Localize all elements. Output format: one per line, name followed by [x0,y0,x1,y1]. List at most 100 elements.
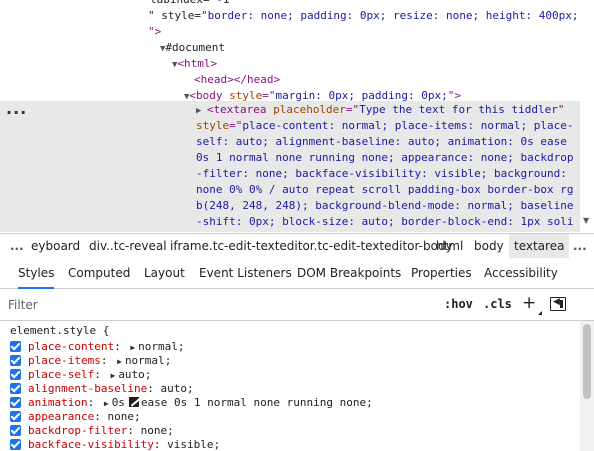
selected-node-line[interactable]: -filter: none; backface-visibility: visi… [196,166,567,182]
filter-input[interactable] [6,293,430,317]
dom-token: <head></head> [194,73,281,86]
dom-token: b(248, 248, 248); background-blend-mode:… [196,199,574,212]
sidebar-tabs: Styles Computed Layout Event Listeners D… [0,258,594,289]
breadcrumb-more-right[interactable]: ... [573,234,587,258]
property-value[interactable]: auto [160,382,187,395]
dom-token: " [557,103,565,116]
breadcrumb-item-div-reveal[interactable]: div..tc-reveal [89,234,167,258]
new-style-rule-button[interactable]: + [522,293,542,315]
selected-node-line[interactable]: ▶ <textarea placeholder="Type the text f… [196,102,565,118]
breadcrumb: ... eyboard div..tc-reveal iframe.tc-edi… [0,233,594,259]
property-checkbox[interactable] [10,425,21,436]
tab-event-listeners[interactable]: Event Listeners [199,258,292,288]
dom-node-line[interactable]: ▼#document [160,40,225,56]
scroll-down-arrow-icon[interactable]: ▼ [583,216,589,225]
dom-tree-scrollbar[interactable]: ▼ [580,0,594,232]
tab-dom-breakpoints[interactable]: DOM Breakpoints [297,258,401,288]
selected-node-line[interactable]: -shift: 0px; block-size: auto; border-bl… [196,214,574,230]
property-name[interactable]: animation [28,396,88,409]
property-checkbox[interactable] [10,411,21,422]
dom-token: placeholder [273,103,346,116]
tab-computed[interactable]: Computed [68,258,130,288]
tab-properties[interactable]: Properties [411,258,472,288]
plus-icon: + [522,293,537,313]
expand-shorthand-icon[interactable]: ▶ [104,399,109,408]
dom-node-line[interactable]: ▼<html> [172,56,217,72]
breadcrumb-item-html[interactable]: html [436,234,463,258]
tab-styles[interactable]: Styles [18,258,55,289]
property-name[interactable]: place-self [28,368,94,381]
styles-filter-bar: :hov .cls + ◀ [0,289,594,321]
property-value[interactable]: auto [118,368,145,381]
dom-token: -shift: 0px; block-size: auto; border-bl… [196,215,574,228]
property-value[interactable]: none [141,424,168,437]
property-checkbox[interactable] [10,439,21,450]
selected-node-line[interactable]: self: auto; alignment-baseline: auto; an… [196,134,567,150]
breadcrumb-item-iframe[interactable]: iframe.tc-edit-texteditor.tc-edit-texted… [170,234,453,258]
class-toggle-button[interactable]: .cls [483,289,512,320]
property-value[interactable]: none [107,410,134,423]
easing-editor-icon[interactable] [128,397,139,407]
property-name[interactable]: alignment-baseline [28,382,147,395]
toggle-sidebar-icon[interactable]: ◀ [550,297,566,311]
style-property-row[interactable]: place-self: ▶ auto; [10,368,151,382]
corner-triangle-icon [538,311,542,315]
dom-node-line[interactable]: <head></head> [194,72,280,88]
dom-token: "border: none; padding: 0px; resize: non… [200,9,579,22]
dom-token: <textarea [206,103,274,116]
dom-token: <body [189,89,230,102]
dom-node-line[interactable]: tabindex="-1" [150,0,236,8]
property-name[interactable]: backface-visibility [28,438,154,451]
property-checkbox[interactable] [10,341,21,352]
dom-node-line[interactable]: "> [148,24,161,40]
breadcrumb-item-body[interactable]: body [474,234,504,258]
property-value-duration[interactable]: 0s [112,396,125,409]
property-name[interactable]: place-content [28,340,114,353]
tab-accessibility[interactable]: Accessibility [484,258,558,288]
property-value[interactable]: visible [167,438,213,451]
style-property-row[interactable]: place-content: ▶ normal; [10,340,185,354]
style-property-row[interactable]: backface-visibility: visible; [10,438,220,451]
property-name[interactable]: place-items [28,354,101,367]
dom-tree-panel[interactable]: tabindex="-1" " style="border: none; padd… [0,0,594,232]
selected-node-line[interactable]: style="place-content: normal; place-item… [196,118,574,134]
tab-layout[interactable]: Layout [144,258,185,288]
dom-node-line[interactable]: " style="border: none; padding: 0px; res… [148,8,578,24]
style-property-row[interactable]: backdrop-filter: none; [10,424,174,438]
property-checkbox[interactable] [10,397,21,408]
dom-token: margin: 0px; padding: 0px; [275,89,448,102]
expand-shorthand-icon[interactable]: ▶ [110,371,115,380]
property-checkbox[interactable] [10,355,21,366]
property-name[interactable]: backdrop-filter [28,424,127,437]
property-name[interactable]: appearance [28,410,94,423]
breadcrumb-item-textarea[interactable]: textarea [509,234,570,258]
breadcrumb-item-keyboard[interactable]: eyboard [31,234,80,258]
style-property-row[interactable]: animation: ▶ 0s ease 0s 1 normal none runn… [10,396,373,410]
dom-token: =" [262,89,276,102]
property-value[interactable]: normal [138,340,178,353]
styles-scrollbar[interactable] [580,321,594,451]
selected-node-menu-dots[interactable]: ... [6,101,27,117]
expand-shorthand-icon[interactable]: ▶ [117,357,122,366]
breadcrumb-more-left[interactable]: ... [10,234,24,258]
dom-token: none 0% 0% / auto repeat scroll padding-… [196,183,574,196]
expand-shorthand-icon[interactable]: ▶ [130,343,135,352]
hover-state-button[interactable]: :hov [444,289,473,320]
style-property-row[interactable]: alignment-baseline: auto; [10,382,194,396]
styles-pane: element.style { place-content: ▶ normal; p… [0,321,580,451]
dom-token: style [229,89,263,102]
selected-node-line[interactable]: 0s 1 normal none running none; appearanc… [196,150,574,166]
property-value[interactable]: normal [125,354,165,367]
property-value[interactable]: ease 0s 1 normal none running none [141,396,366,409]
scrollbar-thumb[interactable] [583,324,591,399]
property-checkbox[interactable] [10,369,21,380]
dom-token: =" [229,119,243,132]
dom-token: place-content: normal; place-items: norm… [242,119,574,132]
selected-node-line[interactable]: none 0% 0% / auto repeat scroll padding-… [196,182,574,198]
selected-node-line[interactable]: b(248, 248, 248); background-blend-mode:… [196,198,574,214]
element-style-selector: element.style { [10,324,110,337]
property-checkbox[interactable] [10,383,21,394]
style-property-row[interactable]: place-items: ▶ normal; [10,354,171,368]
collapse-triangle-icon[interactable]: ▶ [196,106,207,116]
style-property-row[interactable]: appearance: none; [10,410,141,424]
